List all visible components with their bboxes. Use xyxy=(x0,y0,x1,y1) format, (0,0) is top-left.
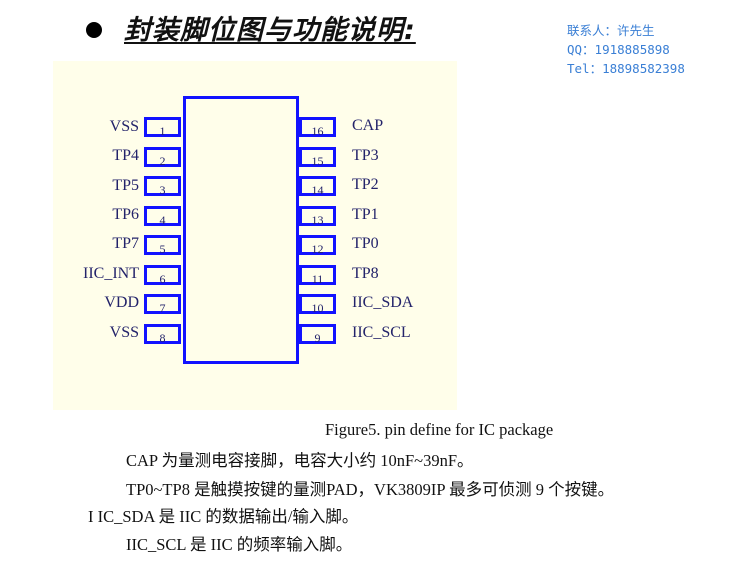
ic-body xyxy=(183,96,299,364)
pin-14: 14 xyxy=(299,176,336,197)
pin-label-15: TP3 xyxy=(352,147,379,164)
pin-3: 3 xyxy=(144,176,181,197)
pin-16: 16 xyxy=(299,117,336,138)
section-heading: 封装脚位图与功能说明: xyxy=(86,8,416,47)
contact-name: 联系人：许先生 xyxy=(567,23,655,38)
pin-label-8: VSS xyxy=(109,324,139,341)
pin-label-12: TP0 xyxy=(352,235,379,252)
contact-info: 联系人：许先生 QQ：1918885898 Tel：18898582398 xyxy=(567,21,685,78)
pin-10: 10 xyxy=(299,294,336,315)
section-title: 封装脚位图与功能说明: xyxy=(124,15,416,46)
pin-15: 15 xyxy=(299,147,336,168)
paragraph-cap: CAP 为量测电容接脚，电容大小约 10nF~39nF。 xyxy=(126,451,474,470)
pin-2: 2 xyxy=(144,147,181,168)
paragraph-tp: TP0~TP8 是触摸按键的量测PAD，VK3809IP 最多可侦测 9 个按键… xyxy=(126,480,615,499)
pin-5: 5 xyxy=(144,235,181,256)
pin-12: 12 xyxy=(299,235,336,256)
pin-label-3: TP5 xyxy=(112,177,139,194)
pin-label-16: CAP xyxy=(352,117,384,134)
pin-label-1: VSS xyxy=(109,118,139,135)
pin-label-4: TP6 xyxy=(112,206,139,223)
pin-label-6: IIC_INT xyxy=(83,265,139,282)
contact-tel: Tel：18898582398 xyxy=(567,61,685,76)
pin-11: 11 xyxy=(299,265,336,286)
pin-label-13: TP1 xyxy=(352,206,379,223)
pin-label-5: TP7 xyxy=(112,235,139,252)
figure-caption: Figure5. pin define for IC package xyxy=(325,420,554,439)
paragraph-scl: IIC_SCL 是 IIC 的频率输入脚。 xyxy=(126,535,353,554)
pin-6: 6 xyxy=(144,265,181,286)
pin-label-11: TP8 xyxy=(352,265,379,282)
contact-qq: QQ：1918885898 xyxy=(567,42,670,57)
pin-13: 13 xyxy=(299,206,336,227)
bullet-icon xyxy=(86,21,102,38)
pin-9: 9 xyxy=(299,324,336,345)
pin-1: 1 xyxy=(144,117,181,138)
pin-diagram: VSS 1 TP4 2 TP5 3 TP6 4 TP7 5 IIC_INT 6 … xyxy=(53,61,457,410)
pin-7: 7 xyxy=(144,294,181,315)
paragraph-sda: I IC_SDA 是 IIC 的数据输出/输入脚。 xyxy=(88,507,359,526)
pin-label-2: TP4 xyxy=(112,147,139,164)
pin-label-10: IIC_SDA xyxy=(352,294,414,311)
pin-4: 4 xyxy=(144,206,181,227)
pin-label-7: VDD xyxy=(104,294,139,311)
pin-8: 8 xyxy=(144,324,181,345)
pin-label-9: IIC_SCL xyxy=(352,324,411,341)
pin-label-14: TP2 xyxy=(352,176,379,193)
